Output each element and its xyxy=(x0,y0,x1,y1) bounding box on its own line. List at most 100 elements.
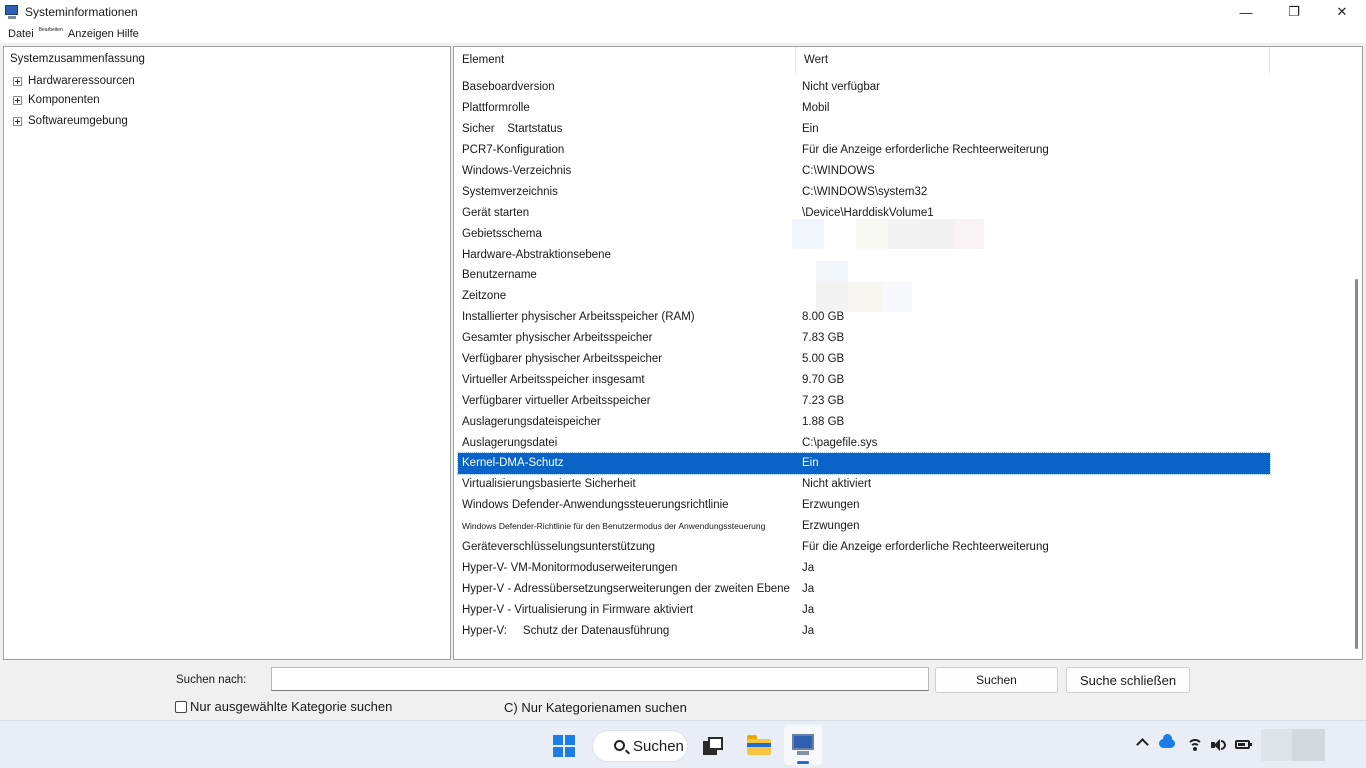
close-button[interactable]: ✕ xyxy=(1318,0,1366,24)
taskbar-search-label: Suchen xyxy=(633,737,684,755)
task-view-icon[interactable] xyxy=(703,737,723,755)
tree-item-label: Softwareumgebung xyxy=(28,115,128,127)
row-value: 5.00 GB xyxy=(802,353,845,366)
row-value: Ja xyxy=(802,561,815,574)
table-row[interactable]: Verfügbarer virtueller Arbeitsspeicher 7.… xyxy=(458,390,1270,411)
only-selected-category-option[interactable]: Nur ausgewählte Kategorie suchen xyxy=(175,699,392,714)
redacted-notification-area[interactable] xyxy=(1292,729,1325,761)
system-information-taskbar-icon[interactable] xyxy=(784,725,822,765)
table-row[interactable]: Gesamter physischer Arbeitsspeicher 7.83 … xyxy=(458,328,1270,349)
row-element: Auslagerungsdateispeicher xyxy=(462,415,601,428)
chevron-up-icon[interactable] xyxy=(1136,738,1149,751)
table-row[interactable]: Hardware-Abstraktionsebene xyxy=(458,244,1270,265)
row-value: Ja xyxy=(802,582,815,595)
search-input[interactable] xyxy=(271,667,929,691)
checkbox[interactable] xyxy=(175,700,187,713)
search-button[interactable]: Suchen xyxy=(935,667,1058,693)
menu-datei[interactable]: Datei xyxy=(8,28,34,40)
expand-plus-icon[interactable] xyxy=(13,95,22,105)
tree-item-hardwareressourcen[interactable]: Hardwareressourcen xyxy=(13,75,135,87)
row-value: Mobil xyxy=(802,102,830,115)
row-element: Hyper-V - Virtualisierung in Firmware ak… xyxy=(462,603,694,616)
table-row[interactable]: Hyper-V- VM-Monitormoduserweiterungen Ja xyxy=(458,557,1270,578)
tree-item-label: Komponenten xyxy=(28,94,100,106)
row-element: Virtualisierungsbasierte Sicherheit xyxy=(462,478,636,491)
table-row[interactable]: Windows-Verzeichnis C:\WINDOWS xyxy=(458,161,1270,182)
row-value: C:\WINDOWS xyxy=(802,165,875,177)
menu-anzeigen[interactable]: Anzeigen xyxy=(68,28,114,40)
table-row[interactable]: Auslagerungsdatei C:\pagefile.sys xyxy=(458,432,1270,453)
table-row[interactable]: Baseboardversion Nicht verfügbar xyxy=(458,77,1270,98)
expand-plus-icon[interactable] xyxy=(13,116,22,126)
table-row[interactable]: PCR7-Konfiguration Für die Anzeige erford… xyxy=(458,140,1270,161)
category-names-only-option[interactable]: C) Nur Kategorienamen suchen xyxy=(504,700,687,715)
row-value: Ja xyxy=(802,624,815,637)
menu-hilfe[interactable]: Hilfe xyxy=(117,28,139,40)
file-explorer-icon[interactable] xyxy=(747,735,771,755)
window-title: Systeminformationen xyxy=(25,5,138,19)
row-value: C:\WINDOWS\system32 xyxy=(802,185,928,198)
table-row[interactable]: Hyper-V - Adressübersetzungserweiterunge… xyxy=(458,578,1270,599)
row-element: Virtueller Arbeitsspeicher insgesamt xyxy=(462,373,645,386)
row-element: PCR7-Konfiguration xyxy=(462,144,565,157)
tree-item-systemzusammenfassung[interactable]: Systemzusammenfassung xyxy=(10,53,145,65)
row-value: Für die Anzeige erforderliche Rechteerwe… xyxy=(802,144,1049,157)
table-row[interactable]: Virtualisierungsbasierte Sicherheit Nicht… xyxy=(458,474,1270,495)
table-row[interactable]: Hyper-V: Schutz der Datenausführung Ja xyxy=(458,620,1270,641)
table-row[interactable]: Verfügbarer physischer Arbeitsspeicher 5.… xyxy=(458,349,1270,370)
row-element: Windows-Verzeichnis xyxy=(462,165,572,177)
row-element: Sicher Startstatus xyxy=(462,123,563,136)
table-row[interactable]: Sicher Startstatus Ein xyxy=(458,119,1270,140)
battery-icon[interactable] xyxy=(1235,740,1252,749)
table-row[interactable]: Systemverzeichnis C:\WINDOWS\system32 xyxy=(458,181,1270,202)
table-row[interactable]: Installierter physischer Arbeitsspeicher… xyxy=(458,307,1270,328)
row-element: Systemverzeichnis xyxy=(462,185,558,198)
row-element: Zeitzone xyxy=(462,290,507,303)
table-row[interactable]: Windows Defender-Anwendungssteuerungsric… xyxy=(458,495,1270,516)
row-value: \Device\HarddiskVolume1 xyxy=(802,206,934,219)
title-bar: Systeminformationen — ❐ ✕ xyxy=(0,0,1366,24)
row-element: Kernel-DMA-Schutz xyxy=(462,457,564,470)
row-value: Nicht verfügbar xyxy=(802,81,880,94)
table-row[interactable]: Geräteverschlüsselungsunterstützung Für d… xyxy=(458,537,1270,558)
menu-bearbeiten[interactable]: Bearbeiten xyxy=(39,27,63,33)
scroll-thumb[interactable] xyxy=(1355,279,1358,649)
menu-bar: Datei Bearbeiten Anzeigen Hilfe xyxy=(0,24,1366,43)
windows-start-icon[interactable] xyxy=(553,735,575,757)
tree-item-komponenten[interactable]: Komponenten xyxy=(13,94,100,106)
column-header-element[interactable]: Element xyxy=(454,47,796,73)
speaker-icon[interactable] xyxy=(1211,738,1227,752)
table-rows: Baseboardversion Nicht verfügbar Plattform… xyxy=(457,77,1271,641)
table-row[interactable]: Windows Defender-Richtlinie für den Benu… xyxy=(458,516,1270,537)
tree-item-softwareumgebung[interactable]: Softwareumgebung xyxy=(13,115,128,127)
table-row[interactable]: Zeitzone xyxy=(458,281,1270,312)
row-value: Für die Anzeige erforderliche Rechteerwe… xyxy=(802,541,1049,554)
taskbar-search-box[interactable]: Suchen xyxy=(592,730,688,762)
table-row[interactable]: Hyper-V - Virtualisierung in Firmware ak… xyxy=(458,599,1270,620)
onedrive-cloud-icon[interactable] xyxy=(1159,734,1175,748)
vertical-scrollbar[interactable] xyxy=(1349,47,1361,659)
category-tree[interactable]: Systemzusammenfassung Hardwareressourcen… xyxy=(3,46,451,660)
window-controls: — ❐ ✕ xyxy=(1222,0,1366,24)
row-element: Baseboardversion xyxy=(462,81,555,94)
search-panel: Suchen nach: Suchen Suche schließen Nur … xyxy=(0,663,1366,720)
expand-plus-icon[interactable] xyxy=(13,76,22,86)
table-row[interactable]: Auslagerungsdateispeicher 1.88 GB xyxy=(458,411,1270,432)
close-search-button[interactable]: Suche schließen xyxy=(1066,667,1190,693)
maximize-button[interactable]: ❐ xyxy=(1270,0,1318,24)
tree-item-label: Hardwareressourcen xyxy=(28,75,135,87)
column-header-wert[interactable]: Wert xyxy=(796,47,1270,73)
table-row[interactable]: Virtueller Arbeitsspeicher insgesamt 9.70… xyxy=(458,369,1270,390)
row-element: Hyper-V: Schutz der Datenausführung xyxy=(462,624,670,637)
minimize-button[interactable]: — xyxy=(1222,0,1270,24)
table-row[interactable]: Plattformrolle Mobil xyxy=(458,98,1270,119)
wifi-icon[interactable] xyxy=(1187,737,1203,751)
table-row[interactable]: Kernel-DMA-Schutz Ein xyxy=(457,452,1271,475)
row-value: Ja xyxy=(802,603,815,616)
table-row[interactable]: Gebietsschema xyxy=(458,219,1270,250)
search-label: Suchen nach: xyxy=(176,674,247,686)
row-value: Ein xyxy=(802,457,819,470)
row-value: C:\pagefile.sys xyxy=(802,436,878,449)
redacted-clock-area[interactable] xyxy=(1261,729,1292,761)
row-element: Hardware-Abstraktionsebene xyxy=(462,248,611,261)
